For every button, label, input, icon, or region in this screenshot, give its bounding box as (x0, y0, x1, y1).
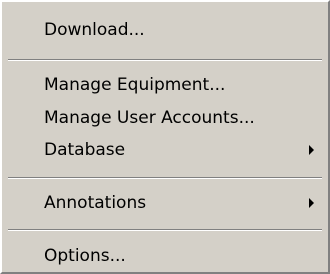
menu-item-database[interactable]: Database (2, 134, 328, 166)
menu-item-manage-user-accounts[interactable]: Manage User Accounts... (2, 102, 328, 134)
menu-item-label: Manage Equipment... (44, 75, 226, 95)
menu-item-label: Options... (44, 246, 126, 266)
menu-item-download[interactable]: Download... (2, 14, 328, 46)
menu-separator (8, 229, 322, 231)
context-menu: Download... Manage Equipment... Manage U… (0, 0, 330, 274)
submenu-arrow-icon (309, 145, 314, 155)
menu-item-manage-equipment[interactable]: Manage Equipment... (2, 69, 328, 101)
menu-item-label: Manage User Accounts... (44, 108, 255, 128)
menu-item-label: Database (44, 140, 126, 160)
menu-separator (8, 59, 322, 61)
menu-item-label: Annotations (44, 193, 147, 213)
menu-item-annotations[interactable]: Annotations (2, 187, 328, 219)
menu-item-label: Download... (44, 20, 145, 40)
menu-item-options[interactable]: Options... (2, 240, 328, 272)
submenu-arrow-icon (309, 198, 314, 208)
menu-separator (8, 177, 322, 179)
